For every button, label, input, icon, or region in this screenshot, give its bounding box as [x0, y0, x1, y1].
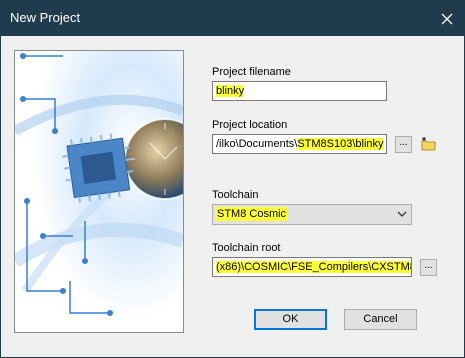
project-location-label: Project location: [212, 119, 288, 131]
toolchain-root-label: Toolchain root: [212, 242, 281, 254]
close-icon: [441, 13, 453, 24]
project-illustration-image: [14, 50, 184, 333]
project-location-highlight: STM8S103\blinky: [297, 138, 384, 150]
project-filename-label: Project filename: [212, 66, 291, 78]
cancel-button-label: Cancel: [363, 313, 398, 325]
toolchain-root-input[interactable]: (x86)\COSMIC\FSE_Compilers\CXSTM8: [212, 257, 412, 277]
window-title: New Project: [10, 10, 81, 25]
browse-location-button[interactable]: ...: [395, 136, 412, 153]
project-filename-value: blinky: [216, 85, 245, 97]
new-project-dialog: New Project Project filename blinky Proj…: [0, 0, 465, 358]
ok-button-label: OK: [282, 313, 299, 325]
chevron-down-icon: [397, 211, 407, 217]
new-folder-icon: [421, 137, 436, 151]
title-bar: New Project: [1, 1, 464, 36]
close-button[interactable]: [430, 1, 464, 36]
toolchain-label: Toolchain: [212, 189, 259, 201]
toolchain-selected-value: STM8 Cosmic: [215, 207, 289, 221]
project-location-prefix: /ilko\Documents\: [216, 138, 298, 150]
project-location-input[interactable]: /ilko\Documents\STM8S103\blinky: [212, 134, 387, 154]
ok-button[interactable]: OK: [254, 309, 327, 330]
cancel-button[interactable]: Cancel: [344, 309, 417, 330]
dialog-body: Project filename blinky Project location…: [1, 36, 464, 357]
browse-location-label: ...: [399, 137, 408, 148]
toolchain-root-value: (x86)\COSMIC\FSE_Compilers\CXSTM8: [216, 261, 411, 273]
browse-root-label: ...: [424, 260, 433, 271]
new-folder-button[interactable]: [420, 136, 437, 153]
browse-root-button[interactable]: ...: [420, 259, 437, 276]
project-filename-input[interactable]: blinky: [212, 81, 387, 101]
toolchain-select[interactable]: STM8 Cosmic: [212, 204, 412, 225]
